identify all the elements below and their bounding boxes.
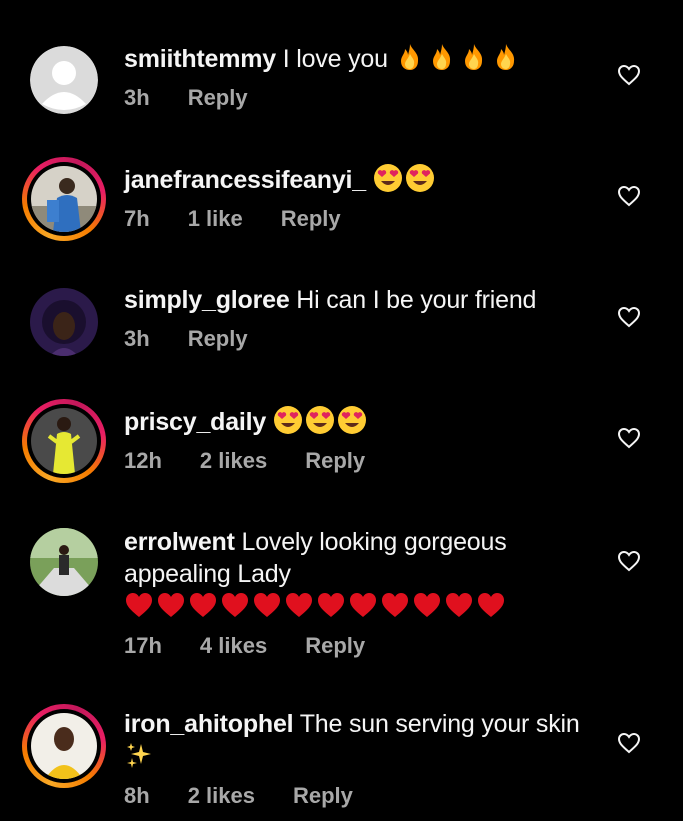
heart-eyes-emoji [305, 405, 335, 435]
comment-time: 7h [124, 206, 150, 231]
red-heart-emoji [220, 590, 250, 620]
red-heart-emoji [444, 590, 474, 620]
emoji-group [124, 590, 506, 620]
fire-emoji [395, 42, 425, 72]
reply-button[interactable]: Reply [305, 633, 365, 659]
reply-button[interactable]: Reply [305, 448, 365, 474]
like-heart-icon[interactable] [617, 732, 641, 754]
red-heart-emoji [284, 590, 314, 620]
like-heart-icon[interactable] [617, 550, 641, 572]
red-heart-emoji [252, 590, 282, 620]
avatar[interactable] [22, 520, 106, 604]
reply-button[interactable]: Reply [188, 85, 248, 111]
comment-time: 3h [124, 85, 150, 110]
comment-username[interactable]: errolwent [124, 528, 235, 556]
likes-count[interactable]: 2 likes [200, 448, 267, 474]
user-photo [31, 166, 97, 232]
fire-emoji [427, 42, 457, 72]
heart-eyes-emoji [273, 405, 303, 435]
red-heart-emoji [412, 590, 442, 620]
red-heart-emoji [124, 590, 154, 620]
avatar[interactable] [22, 157, 106, 241]
like-heart-icon[interactable] [617, 306, 641, 328]
comment-text: I love you [282, 45, 388, 73]
red-heart-emoji [348, 590, 378, 620]
comment-username[interactable]: priscy_daily [124, 408, 266, 436]
comment-time: 12h [124, 448, 162, 473]
emoji-group [124, 740, 154, 770]
comment-time: 17h [124, 633, 162, 658]
comment-username[interactable]: iron_ahitophel [124, 710, 294, 738]
comment-text: Hi can I be your friend [296, 286, 537, 314]
emoji-group [373, 163, 435, 193]
comment-username[interactable]: simply_gloree [124, 286, 290, 314]
emoji-group [273, 405, 367, 435]
heart-eyes-emoji [373, 163, 403, 193]
emoji-group [395, 42, 521, 72]
fire-emoji [491, 42, 521, 72]
user-photo [30, 528, 98, 596]
avatar[interactable] [22, 280, 106, 364]
avatar[interactable] [22, 38, 106, 122]
red-heart-emoji [188, 590, 218, 620]
avatar[interactable] [22, 399, 106, 483]
heart-eyes-emoji [405, 163, 435, 193]
avatar[interactable] [22, 704, 106, 788]
sparkles-emoji [124, 740, 154, 770]
default-avatar-icon [30, 46, 98, 114]
red-heart-emoji [156, 590, 186, 620]
red-heart-emoji [316, 590, 346, 620]
heart-eyes-emoji [337, 405, 367, 435]
like-heart-icon[interactable] [617, 185, 641, 207]
reply-button[interactable]: Reply [188, 326, 248, 352]
likes-count[interactable]: 2 likes [188, 783, 255, 809]
reply-button[interactable]: Reply [281, 206, 341, 232]
comment-time: 8h [124, 783, 150, 808]
comment-username[interactable]: smiithtemmy [124, 45, 276, 73]
likes-count[interactable]: 1 like [188, 206, 243, 232]
reply-button[interactable]: Reply [293, 783, 353, 809]
likes-count[interactable]: 4 likes [200, 633, 267, 659]
user-photo [31, 408, 97, 474]
user-photo [31, 713, 97, 779]
red-heart-emoji [380, 590, 410, 620]
like-heart-icon[interactable] [617, 427, 641, 449]
comment-username[interactable]: janefrancessifeanyi_ [124, 166, 366, 194]
comment-text: The sun serving your skin [299, 710, 580, 738]
red-heart-emoji [476, 590, 506, 620]
comment-time: 3h [124, 326, 150, 351]
user-photo [30, 288, 98, 356]
fire-emoji [459, 42, 489, 72]
like-heart-icon[interactable] [617, 64, 641, 86]
